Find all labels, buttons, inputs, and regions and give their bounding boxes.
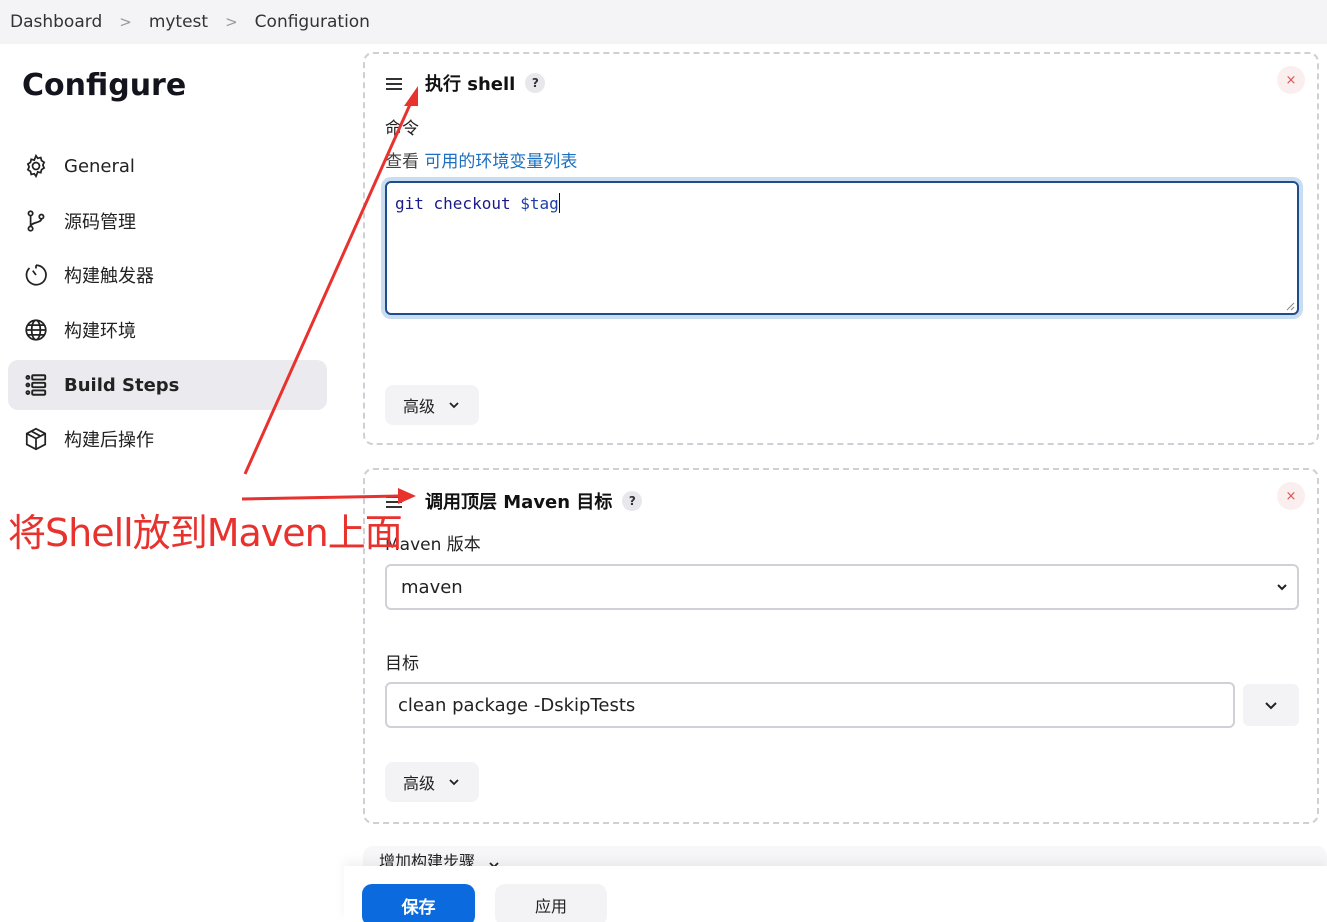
- breadcrumb-configuration[interactable]: Configuration: [255, 12, 370, 32]
- sidebar-item-general[interactable]: General: [8, 141, 327, 191]
- sidebar-item-label: 构建后操作: [64, 430, 154, 451]
- command-text: git checkout: [395, 194, 511, 213]
- clock-icon: [22, 261, 50, 289]
- maven-step-title: 调用顶层 Maven 目标: [425, 492, 613, 513]
- goals-value: clean package -DskipTests: [398, 694, 636, 716]
- close-icon[interactable]: ×: [1277, 482, 1305, 510]
- sidebar-item-label: General: [64, 155, 135, 177]
- sidebar-item-environment[interactable]: 构建环境: [8, 305, 327, 355]
- chevron-down-icon: [1277, 584, 1287, 591]
- command-variable: $tag: [520, 194, 559, 213]
- maven-advanced-button[interactable]: 高级: [385, 762, 479, 802]
- breadcrumb-separator: >: [225, 13, 238, 31]
- package-icon: [22, 425, 50, 453]
- maven-step-header: 调用顶层 Maven 目标 ?: [385, 488, 643, 514]
- page-title: Configure: [22, 68, 187, 103]
- list-icon: [22, 371, 50, 399]
- sidebar-item-post-build[interactable]: 构建后操作: [8, 414, 327, 464]
- advanced-label: 高级: [402, 397, 435, 416]
- sidebar-item-scm[interactable]: 源码管理: [8, 196, 327, 246]
- env-var-help: 查看 可用的环境变量列表: [385, 147, 577, 172]
- chevron-down-icon: [1265, 702, 1277, 710]
- chevron-down-icon: [449, 779, 459, 786]
- globe-icon: [22, 316, 50, 344]
- advanced-label: 高级: [402, 774, 435, 793]
- gear-icon: [22, 152, 50, 180]
- maven-version-select[interactable]: maven: [385, 564, 1299, 610]
- command-textarea[interactable]: git checkout $tag: [385, 181, 1299, 315]
- close-icon[interactable]: ×: [1277, 66, 1305, 94]
- sidebar-item-label: 构建环境: [64, 321, 136, 342]
- shell-step-title: 执行 shell: [425, 74, 516, 95]
- sidebar-item-triggers[interactable]: 构建触发器: [8, 250, 327, 300]
- text-caret: [558, 193, 560, 213]
- annotation-text: 将Shell放到Maven上面: [8, 511, 403, 555]
- shell-step-header: 执行 shell ?: [385, 70, 546, 96]
- goals-input[interactable]: clean package -DskipTests: [385, 682, 1235, 728]
- goals-expand-button[interactable]: [1243, 684, 1299, 726]
- drag-handle-icon[interactable]: [385, 76, 403, 90]
- breadcrumb-dashboard[interactable]: Dashboard: [10, 12, 102, 32]
- shell-advanced-button[interactable]: 高级: [385, 385, 479, 425]
- env-var-list-link[interactable]: 可用的环境变量列表: [424, 152, 577, 172]
- sidebar-item-label: Build Steps: [64, 374, 180, 396]
- resize-handle-icon[interactable]: [1285, 301, 1295, 311]
- sidebar-item-build-steps[interactable]: Build Steps: [8, 360, 327, 410]
- breadcrumb-mytest[interactable]: mytest: [149, 12, 208, 32]
- maven-version-value: maven: [401, 576, 463, 598]
- shell-step-card: 执行 shell ? × 命令 查看 可用的环境变量列表 git checkou…: [363, 52, 1319, 445]
- breadcrumb: Dashboard > mytest > Configuration: [0, 0, 1327, 44]
- command-label: 命令: [385, 119, 419, 139]
- sidebar-item-label: 源码管理: [64, 212, 136, 233]
- help-icon[interactable]: ?: [622, 491, 643, 511]
- bottom-action-bar: [344, 866, 1327, 922]
- maven-step-card: 调用顶层 Maven 目标 ? × Maven 版本 maven 目标 clea…: [363, 468, 1319, 824]
- chevron-down-icon: [449, 402, 459, 409]
- help-icon[interactable]: ?: [525, 73, 546, 93]
- env-var-help-prefix: 查看: [385, 152, 419, 172]
- goals-label: 目标: [385, 654, 419, 674]
- sidebar-item-label: 构建触发器: [64, 266, 154, 287]
- save-button[interactable]: 保存: [362, 884, 475, 922]
- breadcrumb-separator: >: [119, 13, 132, 31]
- apply-button[interactable]: 应用: [495, 884, 607, 922]
- branch-icon: [22, 207, 50, 235]
